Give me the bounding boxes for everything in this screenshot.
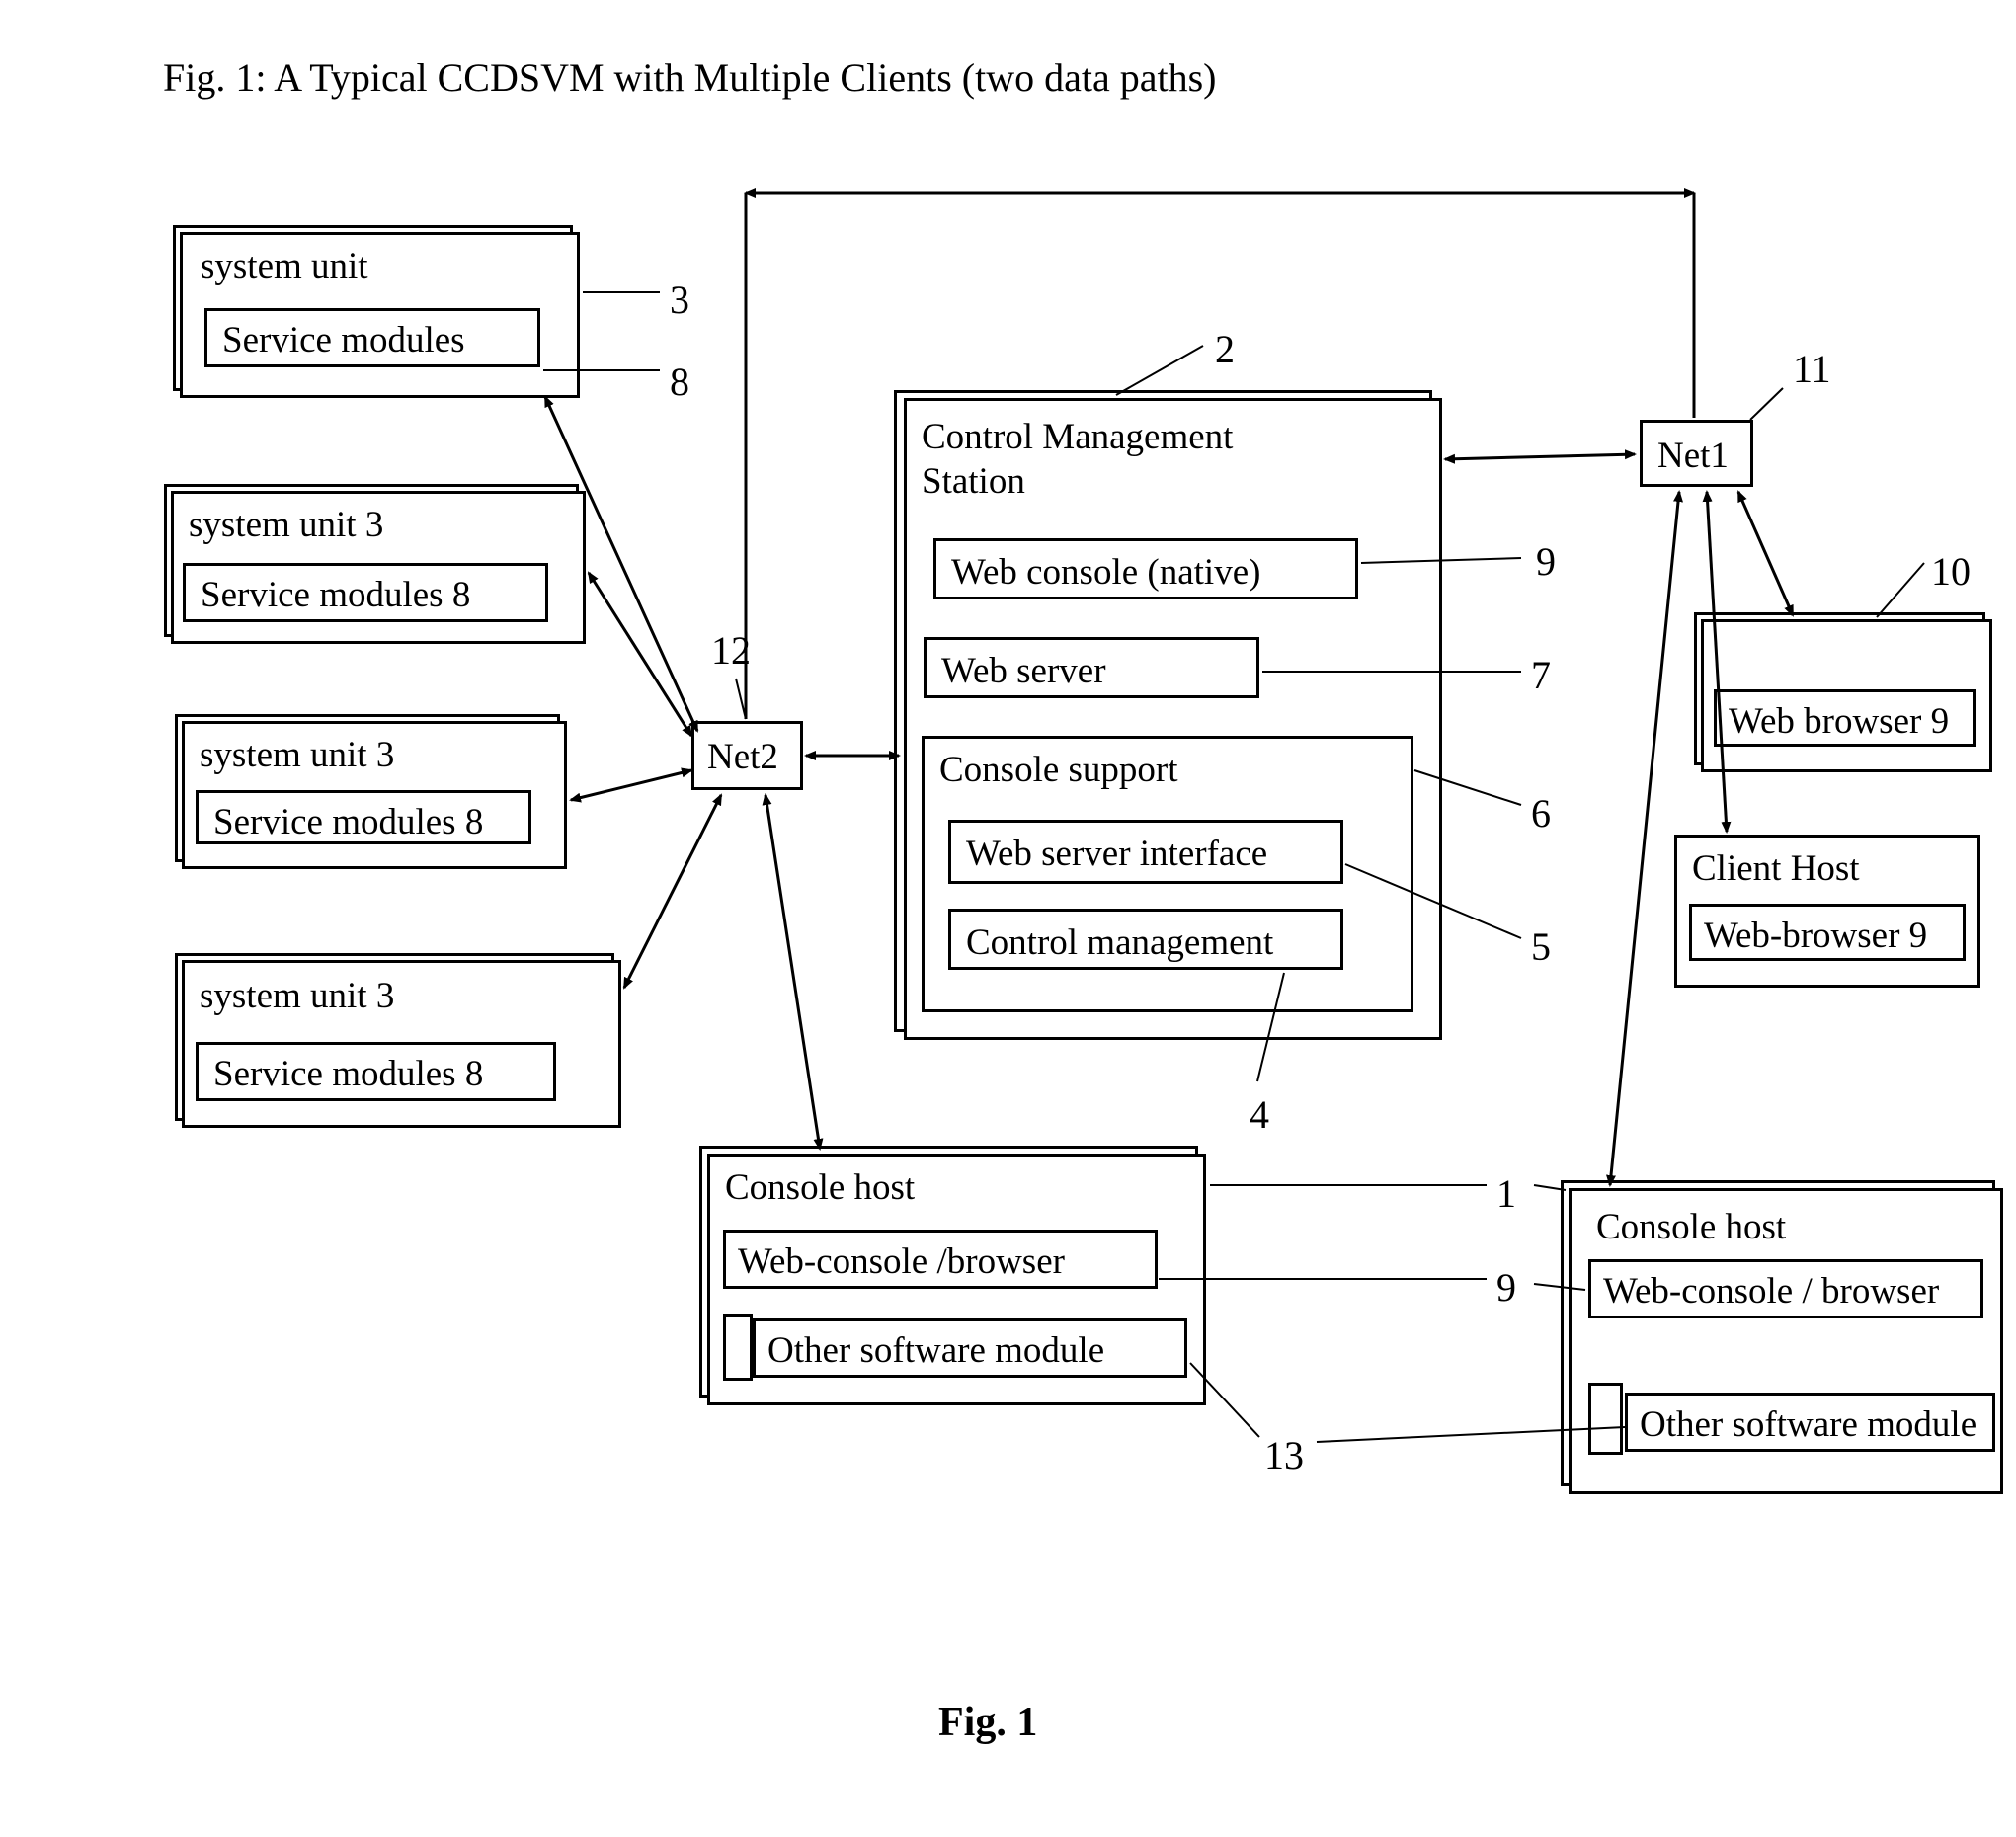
ref-7: 7 [1531,652,1551,698]
ref-8: 8 [670,359,689,405]
console-host-2-stub [1588,1383,1623,1455]
console-host-1-module2-label: Other software module [767,1329,1104,1372]
console-host-1-module1: Web-console /browser [723,1230,1158,1289]
ref-2: 2 [1215,326,1235,372]
ref-11: 11 [1793,346,1831,392]
ref-12: 12 [711,627,751,674]
system-unit-2-module: Service modules 8 [183,563,548,622]
console-host-1-module1-label: Web-console /browser [738,1240,1065,1283]
console-host-1-title: Console host [725,1166,915,1209]
client-host-2-title: Client Host [1692,847,1860,890]
system-unit-4-title: system unit 3 [200,975,394,1017]
console-host-1-module2: Other software module [753,1318,1187,1378]
console-host-2-module2-label: Other software module [1640,1403,1976,1446]
ref-10: 10 [1931,548,1971,595]
system-unit-2-module-label: Service modules 8 [201,574,470,616]
ref-9a: 9 [1536,538,1556,585]
cms-wsi-label: Web server interface [966,833,1267,875]
ref-4: 4 [1250,1091,1269,1138]
figure-number-label: Fig. 1 [938,1699,1037,1746]
system-unit-1-module-label: Service modules [222,319,465,361]
system-unit-3-title: system unit 3 [200,734,394,776]
console-host-2-module1-label: Web-console / browser [1603,1270,1939,1313]
cms-title-line2: Station [922,460,1025,503]
system-unit-1-title: system unit [201,245,368,287]
system-unit-3-module: Service modules 8 [196,790,531,844]
ref-13: 13 [1264,1432,1304,1478]
console-host-2-module1: Web-console / browser [1588,1259,1983,1318]
cms-title-line1: Control Management [922,416,1233,458]
ref-1: 1 [1496,1170,1516,1217]
cms-console-support-label: Console support [939,749,1178,791]
cms-web-server-interface: Web server interface [948,820,1343,884]
console-host-2-title: Console host [1596,1206,1786,1248]
net2-box: Net2 [691,721,803,790]
cms-web-server-label: Web server [941,650,1106,692]
net1-label: Net1 [1657,435,1729,477]
console-host-2-module2: Other software module [1625,1393,1995,1452]
system-unit-1-module: Service modules [204,308,540,367]
ref-9b: 9 [1496,1264,1516,1311]
cms-web-console-label: Web console (native) [951,551,1260,594]
client-host-1-module-label: Web browser 9 [1729,700,1949,743]
ref-6: 6 [1531,790,1551,837]
ref-3: 3 [670,277,689,323]
cms-cm-label: Control management [966,921,1273,964]
cms-web-console: Web console (native) [933,538,1358,599]
figure-title: Fig. 1: A Typical CCDSVM with Multiple C… [163,54,1216,101]
system-unit-4-module-label: Service modules 8 [213,1053,483,1095]
system-unit-2-title: system unit 3 [189,504,383,546]
system-unit-3-module-label: Service modules 8 [213,801,483,843]
system-unit-4-module: Service modules 8 [196,1042,556,1101]
client-host-2-module: Web-browser 9 [1689,904,1966,961]
console-host-1-stub [723,1314,753,1381]
net2-label: Net2 [707,736,778,778]
cms-web-server: Web server [924,637,1259,698]
client-host-1-module: Web browser 9 [1714,689,1976,747]
ref-5: 5 [1531,923,1551,970]
net1-box: Net1 [1640,420,1753,487]
cms-control-management: Control management [948,909,1343,970]
client-host-2-module-label: Web-browser 9 [1704,915,1927,957]
